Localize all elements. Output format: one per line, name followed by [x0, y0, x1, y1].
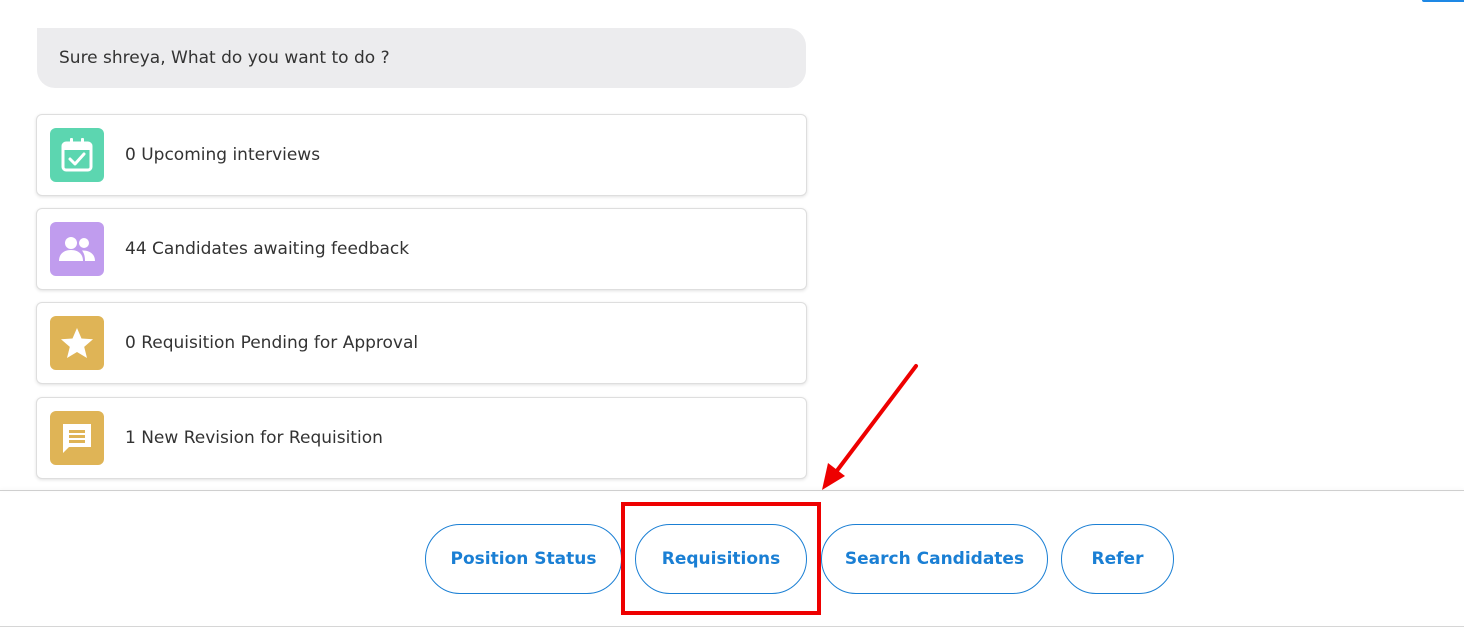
annotation-arrow-icon — [822, 364, 918, 490]
